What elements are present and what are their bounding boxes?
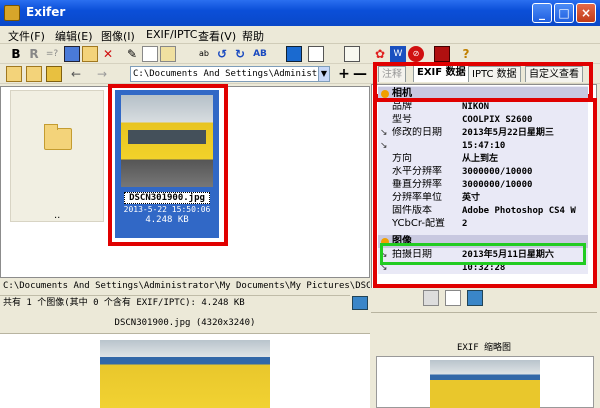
- back-icon[interactable]: ←: [68, 66, 84, 82]
- properties-icon[interactable]: [344, 46, 360, 62]
- print-icon[interactable]: [423, 290, 439, 306]
- forward-icon[interactable]: →: [94, 66, 110, 82]
- title-bar: Exifer _ □ ×: [0, 0, 600, 26]
- parent-folder-tile[interactable]: [10, 90, 104, 222]
- delete-icon[interactable]: ✕: [100, 46, 116, 62]
- window-title: Exifer: [26, 5, 66, 19]
- add-icon[interactable]: +: [336, 66, 352, 82]
- menu-image[interactable]: 图像(I): [101, 28, 135, 44]
- path-status: C:\Documents And Settings\Administrator\…: [0, 280, 370, 294]
- path-input[interactable]: C:\Documents And Settings\Administrat: [130, 66, 330, 82]
- menu-edit[interactable]: 编辑(E): [55, 28, 93, 44]
- app-icon: [4, 5, 20, 21]
- chevron-down-icon[interactable]: ▼: [318, 67, 329, 81]
- image-view-icon[interactable]: [467, 290, 483, 306]
- menu-help[interactable]: 帮助: [242, 28, 264, 44]
- document-icon[interactable]: [445, 290, 461, 306]
- open-folder-icon[interactable]: [82, 46, 98, 62]
- exif-thumbnail-title: EXIF 缩略图: [371, 340, 597, 356]
- monitor-icon[interactable]: [286, 46, 302, 62]
- favorites-icon[interactable]: [46, 66, 62, 82]
- minimize-button[interactable]: _: [532, 3, 552, 23]
- thumbnail-highlight-box: [108, 84, 228, 246]
- bold-icon[interactable]: B: [8, 46, 24, 62]
- paste-icon[interactable]: [160, 46, 176, 62]
- spell-icon[interactable]: AB: [252, 46, 268, 62]
- grid-view-icon[interactable]: [308, 46, 324, 62]
- preview-toggle-icon[interactable]: [352, 296, 368, 310]
- menu-exif-iptc[interactable]: EXIF/IPTC: [146, 28, 197, 41]
- preview-header: DSCN301900.jpg (4320x3240): [0, 312, 370, 334]
- equal-icon[interactable]: =?: [44, 46, 60, 62]
- exif-toolbar: [371, 288, 597, 308]
- count-status: 共有 1 个图像(其中 0 个含有 EXIF/IPTC): 4.248 KB: [0, 295, 350, 311]
- menu-bar: 文件(F) 编辑(E) 图像(I) EXIF/IPTC 查看(V) 帮助: [0, 26, 600, 44]
- close-button[interactable]: ×: [576, 3, 596, 23]
- parent-folder-label: ..: [54, 210, 61, 221]
- exif-thumbnail-image: [430, 360, 540, 408]
- copy-icon[interactable]: [142, 46, 158, 62]
- exif-thumbnail-separator: [371, 312, 597, 338]
- folder-icon: [44, 124, 72, 150]
- camera-section-icon: [381, 90, 389, 98]
- help-icon[interactable]: ?: [458, 46, 474, 62]
- rotate-right-icon[interactable]: ↻: [232, 46, 248, 62]
- device-icon[interactable]: [434, 46, 450, 62]
- rotate-left-icon[interactable]: ↺: [214, 46, 230, 62]
- save-icon[interactable]: [64, 46, 80, 62]
- abcd-icon[interactable]: ab: [196, 46, 212, 62]
- flower-icon[interactable]: ✿: [372, 46, 388, 62]
- menu-view[interactable]: 查看(V): [198, 28, 236, 44]
- maximize-button[interactable]: □: [554, 3, 574, 23]
- menu-file[interactable]: 文件(F): [8, 28, 45, 44]
- rename-icon[interactable]: R: [26, 46, 42, 62]
- no-icon[interactable]: ⊘: [408, 46, 424, 62]
- word-icon[interactable]: W: [390, 46, 406, 62]
- preview-image: [100, 340, 270, 408]
- open-folder-icon[interactable]: [6, 66, 22, 82]
- remove-icon[interactable]: —: [352, 66, 368, 82]
- edit-icon[interactable]: ✎: [124, 46, 140, 62]
- up-folder-icon[interactable]: [26, 66, 42, 82]
- date-taken-highlight-box: [380, 243, 586, 265]
- main-toolbar: B R =? ✕ ✎ ab ↺ ↻ AB ✿ W ⊘ ?: [0, 44, 600, 64]
